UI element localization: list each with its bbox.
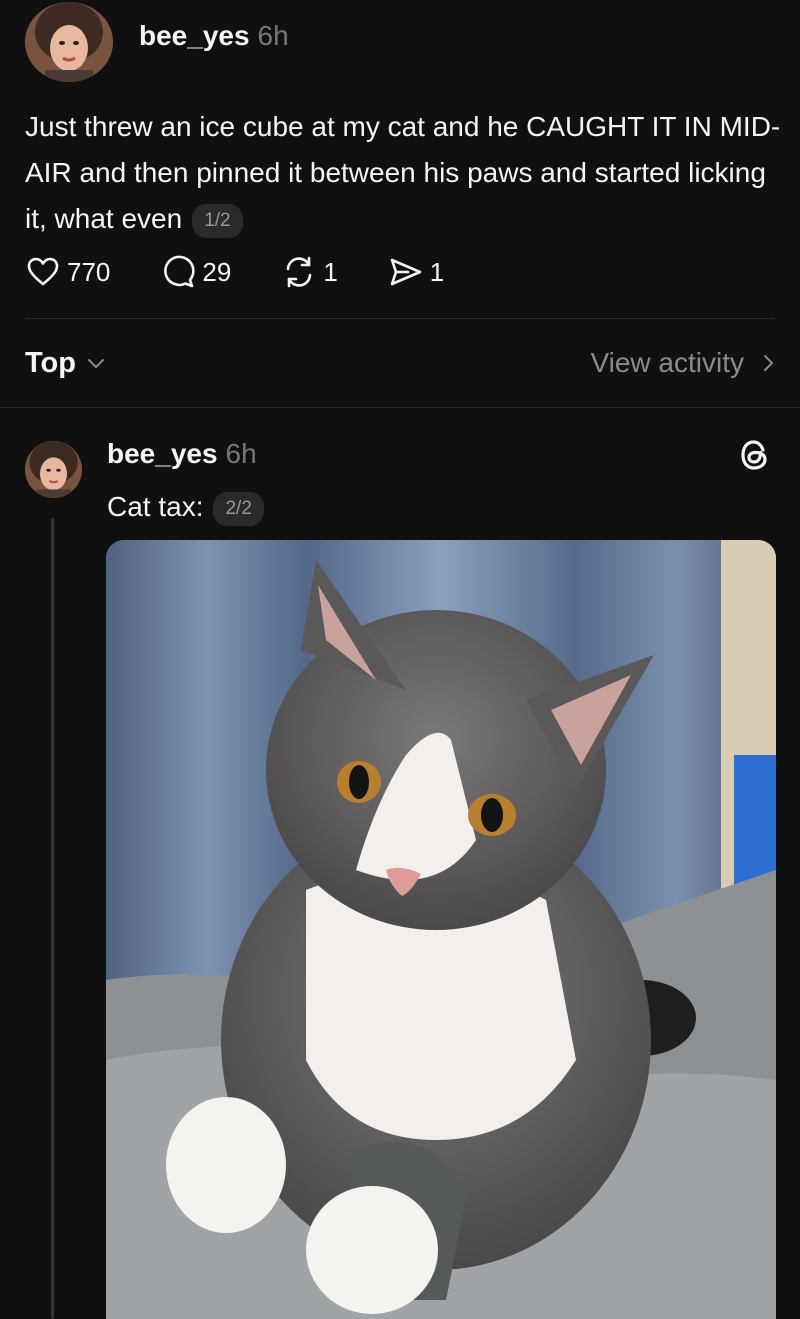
post-username[interactable]: bee_yes — [139, 20, 250, 51]
divider — [25, 318, 775, 319]
like-button[interactable]: 770 — [25, 254, 110, 290]
view-activity-label: View activity — [590, 347, 744, 378]
sort-bar: Top View activity — [25, 340, 780, 386]
reply-text: Cat tax: — [107, 491, 204, 522]
avatar[interactable] — [25, 2, 113, 82]
send-icon — [390, 258, 422, 286]
comment-button[interactable]: 29 — [160, 254, 231, 290]
cat-image — [106, 540, 776, 1319]
reply-username[interactable]: bee_yes — [107, 438, 218, 469]
reply-author[interactable]: bee_yes 6h — [107, 438, 257, 470]
comment-count: 29 — [202, 256, 232, 287]
post-author[interactable]: bee_yes 6h — [139, 20, 289, 52]
repost-icon — [287, 256, 312, 288]
post-text: Just threw an ice cube at my cat and he … — [25, 111, 781, 234]
post-time: 6h — [257, 20, 289, 51]
repost-button[interactable]: 1 — [281, 254, 338, 290]
heart-icon — [27, 257, 59, 286]
sort-label: Top — [25, 346, 76, 379]
threads-logo-icon[interactable] — [736, 436, 774, 474]
cat-photo[interactable] — [106, 540, 776, 1319]
reply-body: Cat tax: 2/2 — [107, 486, 264, 528]
view-activity-link[interactable]: View activity — [590, 347, 780, 379]
share-count: 1 — [429, 256, 445, 287]
avatar-photo — [25, 2, 113, 82]
thread-line — [51, 518, 54, 1319]
chevron-down-icon — [88, 359, 104, 368]
avatar-photo — [25, 441, 82, 498]
reply-avatar[interactable] — [25, 441, 82, 498]
comment-bubble-icon — [164, 255, 196, 288]
reply-time: 6h — [225, 438, 257, 469]
post-counter: 1/2 — [192, 203, 243, 238]
repost-count: 1 — [323, 256, 338, 287]
chevron-right-icon — [764, 355, 773, 371]
share-button[interactable]: 1 — [388, 254, 444, 290]
sort-dropdown[interactable]: Top — [25, 347, 108, 380]
like-count: 770 — [67, 256, 111, 287]
post-actions: 770 29 1 1 — [25, 250, 494, 294]
post-body: Just threw an ice cube at my cat and he … — [25, 104, 785, 242]
reply-counter: 2/2 — [213, 491, 264, 526]
section-divider — [0, 407, 800, 408]
